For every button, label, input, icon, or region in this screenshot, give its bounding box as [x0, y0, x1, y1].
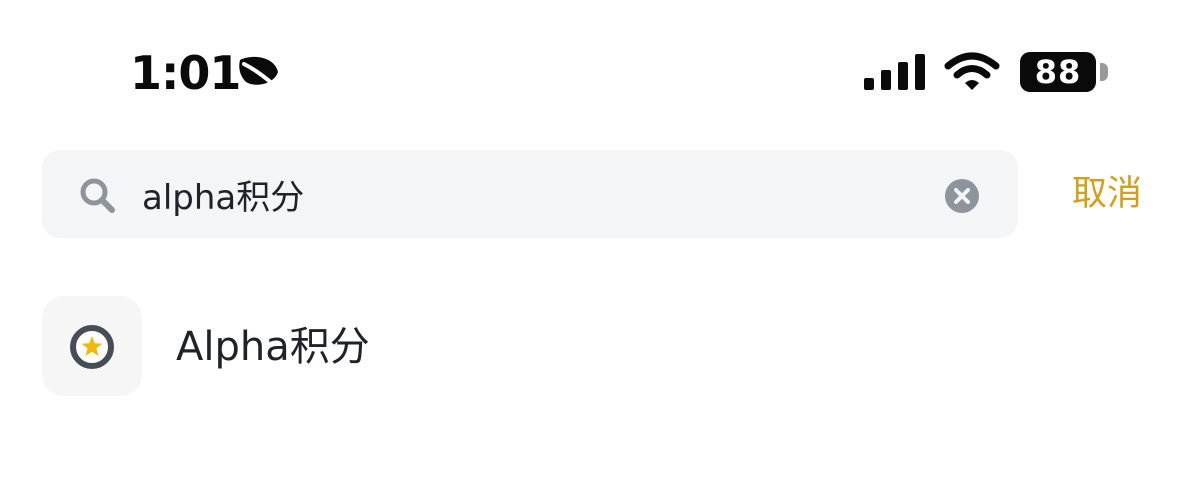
- battery-level: 88: [1034, 53, 1082, 91]
- result-label: Alpha积分: [176, 324, 370, 370]
- status-bar: 1:01 88: [0, 0, 1200, 120]
- search-bar: [42, 150, 1018, 238]
- search-input[interactable]: [142, 164, 922, 224]
- cellular-signal-icon: [864, 54, 925, 90]
- result-icon-container: [42, 296, 142, 396]
- alpha-points-icon: [70, 325, 114, 369]
- status-time: 1:01: [130, 46, 241, 100]
- search-icon: [80, 178, 115, 213]
- search-result-item[interactable]: Alpha积分: [42, 296, 1162, 400]
- search-screen: 1:01 88 取: [0, 0, 1200, 490]
- clear-icon[interactable]: [944, 178, 980, 214]
- battery-icon: 88: [1020, 52, 1096, 92]
- wifi-icon: [944, 52, 1000, 90]
- focus-leaf-icon: [239, 56, 282, 92]
- cancel-button[interactable]: 取消: [1050, 150, 1164, 238]
- battery-cap: [1100, 63, 1108, 81]
